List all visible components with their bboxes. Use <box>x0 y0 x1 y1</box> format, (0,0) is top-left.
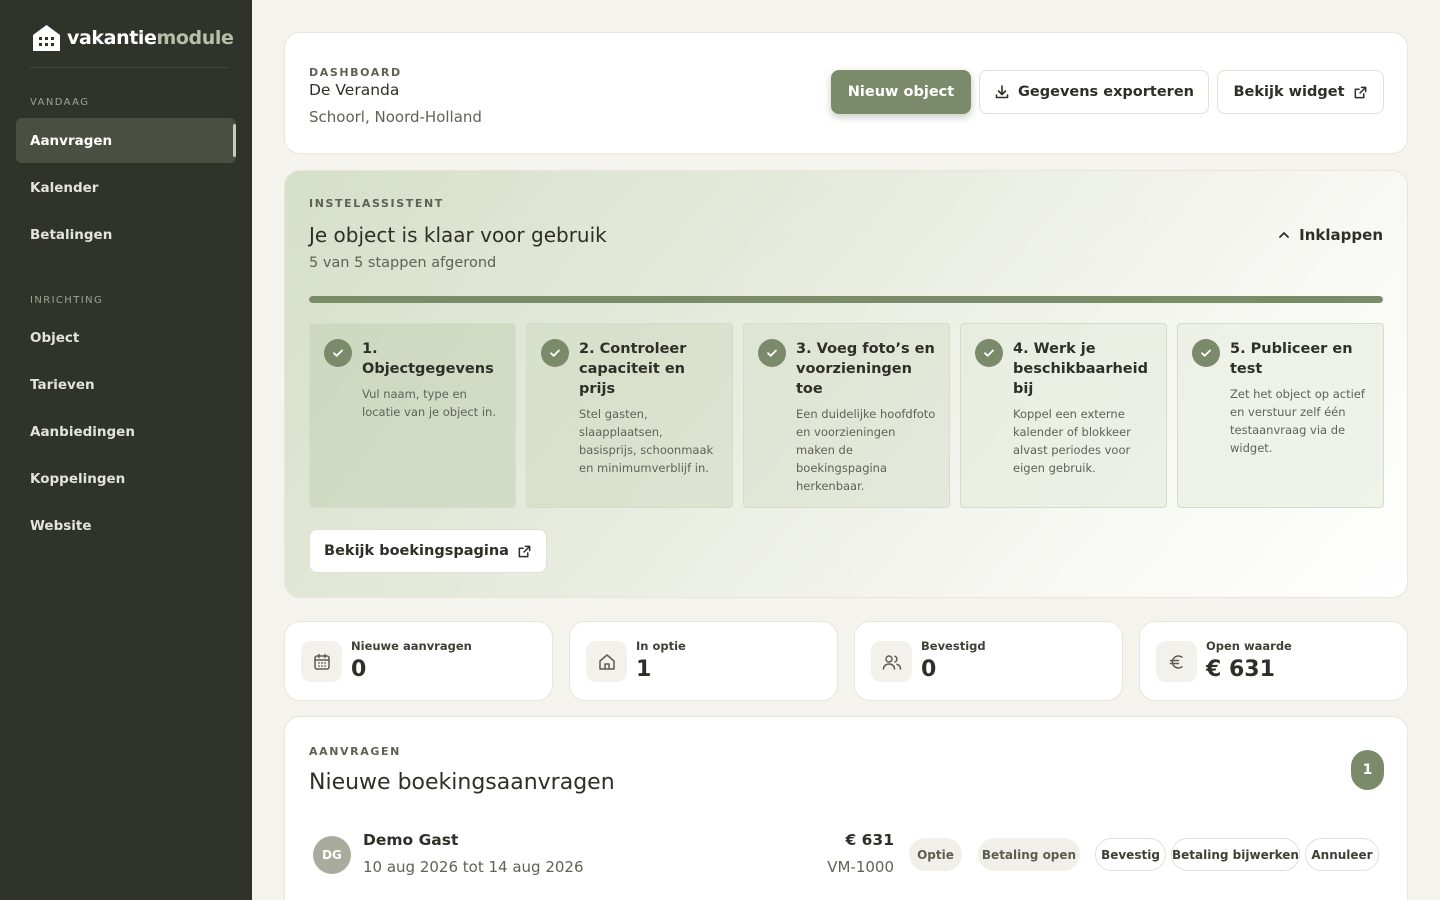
stat-label: Open waarde <box>1206 639 1292 653</box>
sidebar-divider <box>30 67 228 68</box>
stat-value: 0 <box>351 657 367 682</box>
check-icon <box>975 339 1003 367</box>
check-icon <box>324 339 352 367</box>
wizard-title: Je object is klaar voor gebruik <box>309 223 607 247</box>
check-icon <box>541 339 569 367</box>
sidebar-section-inrichting: INRICHTING <box>30 295 104 306</box>
confirm-button[interactable]: Bevestig <box>1095 838 1166 871</box>
step-title: 1. Objectgegevens <box>362 341 494 377</box>
euro-icon <box>1156 641 1197 682</box>
new-object-button[interactable]: Nieuw object <box>831 70 971 114</box>
view-widget-label: Bekijk widget <box>1233 84 1345 100</box>
sidebar-item-kalender[interactable]: Kalender <box>16 165 236 210</box>
sidebar-item-tarieven[interactable]: Tarieven <box>16 362 236 407</box>
external-link-icon <box>518 545 531 557</box>
wizard-progress-bar <box>309 296 1383 303</box>
sidebar-item-betalingen[interactable]: Betalingen <box>16 212 236 257</box>
stat-label: Bevestigd <box>921 639 986 653</box>
stat-value: € 631 <box>1206 657 1275 682</box>
avatar: DG <box>313 836 351 874</box>
house-logo-icon <box>33 25 60 51</box>
stat-label: Nieuwe aanvragen <box>351 639 472 653</box>
export-data-label: Gegevens exporteren <box>1018 84 1194 100</box>
request-dates: 10 aug 2026 tot 14 aug 2026 <box>363 858 584 876</box>
step-title: 4. Werk je beschikbaarheid bij <box>1013 341 1148 397</box>
external-link-icon <box>1354 86 1366 98</box>
new-object-label: Nieuw object <box>847 84 955 100</box>
step-description: Koppel een externe kalender of blokkeer … <box>1013 407 1131 475</box>
sidebar-item-aanbiedingen[interactable]: Aanbiedingen <box>16 409 236 454</box>
sidebar-item-aanvragen[interactable]: Aanvragen <box>16 118 236 163</box>
wizard-step-3[interactable]: 3. Voeg foto’s en voorzieningen toe Een … <box>743 323 950 508</box>
wizard-progress-fill <box>309 296 1383 303</box>
header-eyebrow: DASHBOARD <box>309 66 402 79</box>
sidebar: vakantiemodule VANDAAG Aanvragen Kalende… <box>0 0 252 900</box>
check-icon <box>758 339 786 367</box>
step-description: Zet het object op actief en verstuur zel… <box>1230 387 1365 455</box>
stat-value: 1 <box>636 657 652 682</box>
wizard-subtitle: 5 van 5 stappen afgerond <box>309 255 497 271</box>
calendar-icon <box>301 641 342 682</box>
export-data-button[interactable]: Gegevens exporteren <box>979 70 1209 114</box>
object-title: De Veranda <box>309 81 400 99</box>
wizard-step-5[interactable]: 5. Publiceer en test Zet het object op a… <box>1177 323 1384 508</box>
house-icon <box>586 641 627 682</box>
stat-label: In optie <box>636 639 686 653</box>
collapse-label: Inklappen <box>1299 226 1383 244</box>
chevron-up-icon <box>1279 232 1290 238</box>
stat-open-value[interactable]: Open waarde € 631 <box>1139 621 1408 701</box>
users-icon <box>871 641 912 682</box>
guest-name: Demo Gast <box>363 831 459 849</box>
step-description: Stel gasten, slaapplaatsen, basisprijs, … <box>579 407 714 475</box>
view-widget-button[interactable]: Bekijk widget <box>1217 70 1384 114</box>
request-reference: VM-1000 <box>827 858 894 876</box>
stat-in-option[interactable]: In optie 1 <box>569 621 838 701</box>
sidebar-item-website[interactable]: Website <box>16 503 236 548</box>
cancel-button[interactable]: Annuleer <box>1305 838 1379 871</box>
sidebar-item-object[interactable]: Object <box>16 315 236 360</box>
step-title: 3. Voeg foto’s en voorzieningen toe <box>796 341 935 397</box>
update-payment-button[interactable]: Betaling bijwerken <box>1171 838 1300 871</box>
view-booking-page-label: Bekijk boekingspagina <box>324 543 509 559</box>
sidebar-item-koppelingen[interactable]: Koppelingen <box>16 456 236 501</box>
check-icon <box>1192 339 1220 367</box>
requests-count-badge: 1 <box>1351 750 1384 790</box>
view-booking-page-button[interactable]: Bekijk boekingspagina <box>309 529 547 573</box>
download-icon <box>995 85 1009 99</box>
setup-wizard: INSTELASSISTENT Je object is klaar voor … <box>284 170 1408 598</box>
step-title: 2. Controleer capaciteit en prijs <box>579 341 687 397</box>
step-description: Vul naam, type en locatie van je object … <box>362 387 496 419</box>
step-description: Een duidelijke hoofdfoto en voorzieninge… <box>796 407 936 493</box>
payment-status-badge: Betaling open <box>978 838 1080 871</box>
dashboard-header: DASHBOARD De Veranda Schoorl, Noord-Holl… <box>284 32 1408 154</box>
stat-value: 0 <box>921 657 937 682</box>
requests-eyebrow: AANVRAGEN <box>309 745 401 758</box>
request-amount: € 631 <box>845 831 894 849</box>
brand-logo[interactable]: vakantiemodule <box>32 24 234 52</box>
step-title: 5. Publiceer en test <box>1230 341 1353 377</box>
wizard-step-4[interactable]: 4. Werk je beschikbaarheid bij Koppel ee… <box>960 323 1167 508</box>
wizard-step-2[interactable]: 2. Controleer capaciteit en prijs Stel g… <box>526 323 733 508</box>
stat-new-requests[interactable]: Nieuwe aanvragen 0 <box>284 621 553 701</box>
collapse-button[interactable]: Inklappen <box>1277 226 1383 244</box>
status-badge: Optie <box>909 838 962 871</box>
stat-confirmed[interactable]: Bevestigd 0 <box>854 621 1123 701</box>
wizard-step-1[interactable]: 1. Objectgegevens Vul naam, type en loca… <box>309 323 516 508</box>
sidebar-section-vandaag: VANDAAG <box>30 97 90 108</box>
object-location: Schoorl, Noord-Holland <box>309 108 482 126</box>
brand-name: vakantiemodule <box>67 27 234 49</box>
requests-title: Nieuwe boekingsaanvragen <box>309 770 615 795</box>
wizard-eyebrow: INSTELASSISTENT <box>309 197 444 210</box>
